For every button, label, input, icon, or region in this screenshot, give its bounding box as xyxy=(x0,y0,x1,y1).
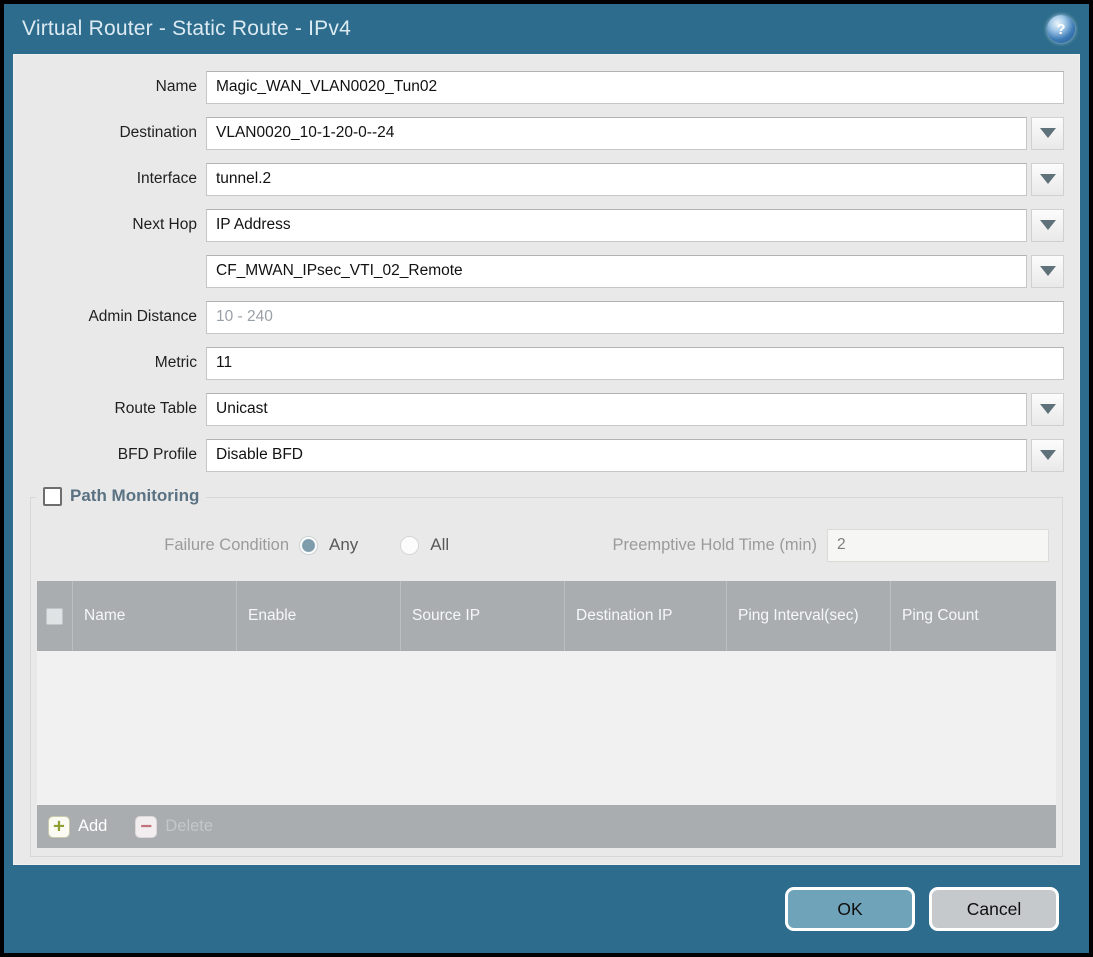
cancel-button[interactable]: Cancel xyxy=(929,887,1059,931)
bfd-profile-input[interactable] xyxy=(206,439,1027,472)
route-table-dropdown-button[interactable] xyxy=(1031,393,1064,426)
next-hop-type-input[interactable] xyxy=(206,209,1027,242)
route-table-input[interactable] xyxy=(206,393,1027,426)
preemptive-hold-time-group: Preemptive Hold Time (min) xyxy=(613,529,1049,562)
path-monitoring-checkbox[interactable] xyxy=(43,487,62,506)
radio-any xyxy=(299,536,318,555)
failure-condition-any-option: Any xyxy=(299,535,358,555)
destination-label: Destination xyxy=(14,124,206,142)
minus-icon: − xyxy=(135,816,157,838)
interface-input[interactable] xyxy=(206,163,1027,196)
plus-icon: + xyxy=(48,816,70,838)
column-header-destination-ip: Destination IP xyxy=(565,581,727,651)
titlebar: Virtual Router - Static Route - IPv4 ? xyxy=(4,4,1089,54)
table-toolbar: + Add − Delete xyxy=(37,805,1056,848)
route-table-label: Route Table xyxy=(14,400,206,418)
form-row-metric: Metric xyxy=(14,340,1079,386)
next-hop-address-dropdown-button[interactable] xyxy=(1031,255,1064,288)
failure-condition-all-option: All xyxy=(400,535,449,555)
select-all-checkbox xyxy=(46,608,63,625)
chevron-down-icon xyxy=(1040,450,1056,460)
radio-any-label: Any xyxy=(329,535,358,555)
form-row-interface: Interface xyxy=(14,156,1079,202)
form-row-next-hop-address xyxy=(14,248,1079,294)
chevron-down-icon xyxy=(1040,174,1056,184)
column-header-source-ip: Source IP xyxy=(401,581,565,651)
form-row-bfd-profile: BFD Profile xyxy=(14,432,1079,478)
chevron-down-icon xyxy=(1040,266,1056,276)
metric-label: Metric xyxy=(14,354,206,372)
add-button[interactable]: + Add xyxy=(48,816,107,838)
bfd-profile-label: BFD Profile xyxy=(14,446,206,464)
column-header-ping-interval: Ping Interval(sec) xyxy=(727,581,891,651)
column-header-name: Name xyxy=(73,581,237,651)
form-row-destination: Destination xyxy=(14,110,1079,156)
dialog-title: Virtual Router - Static Route - IPv4 xyxy=(22,17,351,41)
next-hop-address-input[interactable] xyxy=(206,255,1027,288)
ok-button[interactable]: OK xyxy=(785,887,915,931)
form-row-admin-distance: Admin Distance xyxy=(14,294,1079,340)
interface-label: Interface xyxy=(14,170,206,188)
dialog-footer: OK Cancel xyxy=(4,865,1089,953)
delete-button-label: Delete xyxy=(165,817,213,836)
path-monitoring-legend: Path Monitoring xyxy=(36,486,206,506)
failure-condition-label: Failure Condition xyxy=(31,536,299,555)
name-input[interactable] xyxy=(206,71,1064,104)
interface-dropdown-button[interactable] xyxy=(1031,163,1064,196)
table-header-row: Name Enable Source IP Destination IP Pin… xyxy=(37,581,1056,651)
dialog-content: Name Destination Interface xyxy=(13,54,1080,865)
table-header-checkbox-cell xyxy=(37,581,73,651)
admin-distance-label: Admin Distance xyxy=(14,308,206,326)
form-row-name: Name xyxy=(14,64,1079,110)
next-hop-type-dropdown-button[interactable] xyxy=(1031,209,1064,242)
metric-input[interactable] xyxy=(206,347,1064,380)
help-icon[interactable]: ? xyxy=(1047,15,1075,43)
path-monitoring-title: Path Monitoring xyxy=(70,486,199,506)
name-label: Name xyxy=(14,78,206,96)
column-header-enable: Enable xyxy=(237,581,401,651)
form-row-next-hop: Next Hop xyxy=(14,202,1079,248)
preemptive-hold-time-label: Preemptive Hold Time (min) xyxy=(613,536,827,555)
next-hop-label: Next Hop xyxy=(14,216,206,234)
radio-all-label: All xyxy=(430,535,449,555)
dialog-window: Virtual Router - Static Route - IPv4 ? N… xyxy=(0,0,1093,957)
column-header-ping-count: Ping Count xyxy=(891,581,1056,651)
chevron-down-icon xyxy=(1040,128,1056,138)
form-row-route-table: Route Table xyxy=(14,386,1079,432)
table-body-empty xyxy=(37,651,1056,805)
destination-input[interactable] xyxy=(206,117,1027,150)
path-monitoring-table: Name Enable Source IP Destination IP Pin… xyxy=(37,581,1056,848)
failure-condition-row: Failure Condition Any All Preemptive Hol… xyxy=(31,528,1062,562)
admin-distance-input[interactable] xyxy=(206,301,1064,334)
destination-dropdown-button[interactable] xyxy=(1031,117,1064,150)
path-monitoring-fieldset: Path Monitoring Failure Condition Any Al… xyxy=(30,497,1063,857)
radio-all xyxy=(400,536,419,555)
bfd-profile-dropdown-button[interactable] xyxy=(1031,439,1064,472)
chevron-down-icon xyxy=(1040,220,1056,230)
chevron-down-icon xyxy=(1040,404,1056,414)
delete-button: − Delete xyxy=(135,816,213,838)
add-button-label: Add xyxy=(78,817,107,836)
preemptive-hold-time-input xyxy=(827,529,1049,562)
